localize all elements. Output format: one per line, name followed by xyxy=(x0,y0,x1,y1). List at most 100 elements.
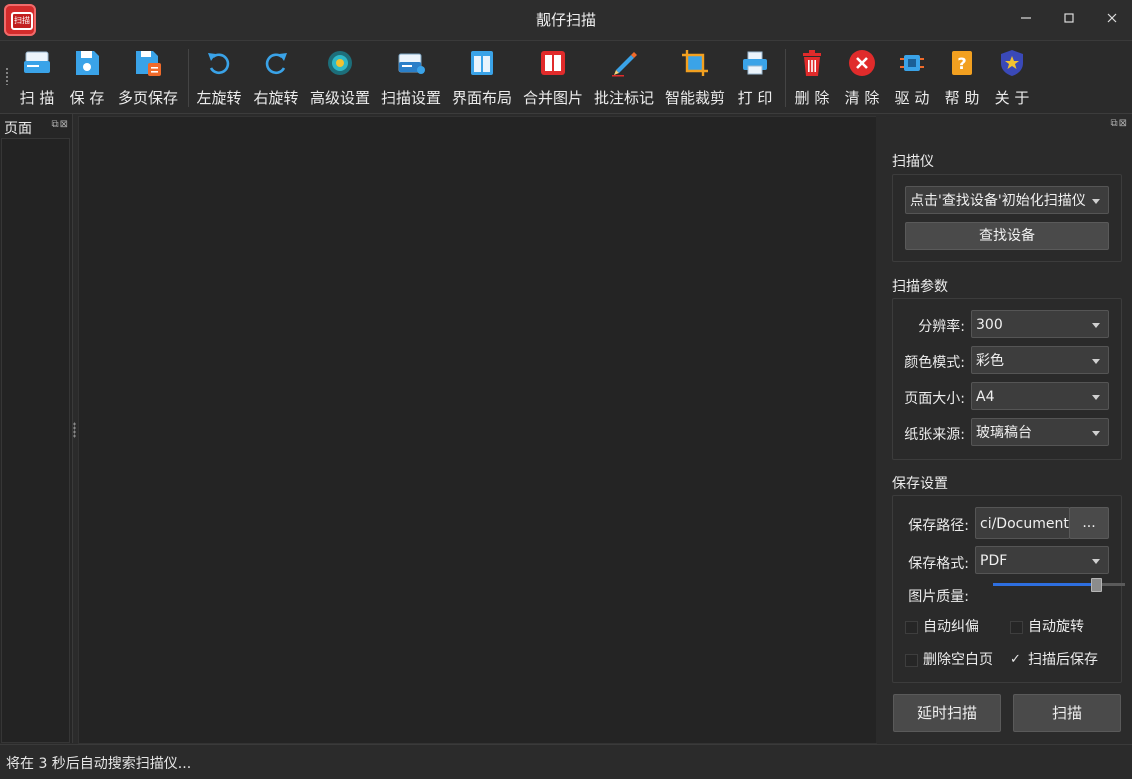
toolbar-label: 智能裁剪 xyxy=(664,89,725,107)
pages-panel-title: 页面 xyxy=(4,121,32,137)
scan-settings-toolbar-button[interactable]: 扫描设置 xyxy=(379,45,443,109)
toolbar-label: 保 存 xyxy=(69,89,105,107)
annotate-pen-icon xyxy=(612,52,637,77)
scanner-group-title: 扫描仪 xyxy=(892,154,934,170)
save-icon xyxy=(76,51,99,75)
status-bar: 将在 3 秒后自动搜索扫描仪... xyxy=(0,744,1132,779)
annotate-toolbar-button[interactable]: 批注标记 xyxy=(592,45,656,109)
paper-source-label: 纸张来源: xyxy=(904,427,965,443)
smart-crop-icon xyxy=(682,50,708,76)
save-format-value: PDF xyxy=(980,553,1008,569)
print-toolbar-button[interactable]: 打 印 xyxy=(734,45,776,109)
scan-params-group: 分辨率: 300 颜色模式: 彩色 页面大小: A4 纸张来源: 玻璃稿台 xyxy=(892,298,1122,460)
trash-icon xyxy=(803,50,821,76)
scanner-icon xyxy=(24,51,50,73)
page-size-label: 页面大小: xyxy=(904,391,965,407)
save-settings-group: 保存路径: ci/Documents ... 保存格式: PDF 图片质量: 自… xyxy=(892,495,1125,683)
toolbar-label: 扫 描 xyxy=(19,89,55,107)
slider-fill xyxy=(993,583,1095,586)
resolution-select[interactable]: 300 xyxy=(971,310,1109,338)
main-toolbar: 扫 描 保 存 多页保存 左旋转 右旋转 高级设置 扫描设置 界面布局 合并图片… xyxy=(0,41,1132,114)
toolbar-grip[interactable] xyxy=(5,67,9,85)
device-select[interactable]: 点击'查找设备'初始化扫描仪 xyxy=(905,186,1109,214)
image-preview-area[interactable] xyxy=(78,116,877,744)
paper-source-value: 玻璃稿台 xyxy=(976,425,1032,441)
help-icon: ? xyxy=(952,51,972,75)
auto-rotate-label: 自动旋转 xyxy=(1028,619,1084,635)
auto-deskew-checkbox[interactable] xyxy=(905,621,918,634)
scan-params-group-title: 扫描参数 xyxy=(892,279,948,295)
chevron-down-icon xyxy=(1092,559,1100,564)
window-title: 靓仔扫描 xyxy=(535,11,596,29)
toolbar-label: 高级设置 xyxy=(309,89,370,107)
scan-toolbar-button[interactable]: 扫 描 xyxy=(14,45,60,109)
save-after-scan-checkbox[interactable]: ✓ xyxy=(1010,652,1021,667)
color-mode-label: 颜色模式: xyxy=(904,355,965,371)
rotate-left-icon xyxy=(208,53,230,75)
save-format-select[interactable]: PDF xyxy=(975,546,1109,574)
merge-images-toolbar-button[interactable]: 合并图片 xyxy=(521,45,585,109)
dock-close-icon[interactable]: ⊠ xyxy=(1119,118,1128,129)
maximize-button[interactable] xyxy=(1059,10,1079,30)
device-select-value: 点击'查找设备'初始化扫描仪 xyxy=(910,193,1086,209)
chevron-down-icon xyxy=(1092,359,1100,364)
minimize-button[interactable] xyxy=(1016,10,1036,30)
rotate-left-toolbar-button[interactable]: 左旋转 xyxy=(194,45,244,109)
page-thumbnail-list[interactable] xyxy=(1,138,70,743)
help-toolbar-button[interactable]: ? 帮 助 xyxy=(941,45,983,109)
save-settings-group-title: 保存设置 xyxy=(892,476,948,492)
save-path-input[interactable]: ci/Documents xyxy=(975,507,1070,539)
delay-scan-button[interactable]: 延时扫描 xyxy=(893,694,1001,732)
settings-panel: ⧉⊠ 扫描仪 点击'查找设备'初始化扫描仪 查找设备 扫描参数 分辨率: 300… xyxy=(876,114,1132,743)
maximize-icon xyxy=(1064,13,1074,23)
multi-page-save-icon xyxy=(136,51,161,76)
rotate-right-toolbar-button[interactable]: 右旋转 xyxy=(251,45,301,109)
remove-blank-checkbox[interactable] xyxy=(905,654,918,667)
left-splitter-handle[interactable] xyxy=(73,422,76,438)
toolbar-label: 右旋转 xyxy=(253,89,299,107)
page-size-value: A4 xyxy=(976,389,995,405)
toolbar-label: 多页保存 xyxy=(117,89,178,107)
dock-close-icon[interactable]: ⊠ xyxy=(60,119,69,130)
toolbar-label: 扫描设置 xyxy=(380,89,441,107)
save-toolbar-button[interactable]: 保 存 xyxy=(64,45,110,109)
color-mode-select[interactable]: 彩色 xyxy=(971,346,1109,374)
dock-float-icon[interactable]: ⧉ xyxy=(1110,118,1118,129)
page-size-select[interactable]: A4 xyxy=(971,382,1109,410)
chevron-down-icon xyxy=(1092,323,1100,328)
driver-toolbar-button[interactable]: 驱 动 xyxy=(891,45,933,109)
minimize-icon xyxy=(1021,17,1031,19)
scanner-group: 点击'查找设备'初始化扫描仪 查找设备 xyxy=(892,174,1122,262)
save-path-value: ci/Documents xyxy=(980,516,1070,532)
smart-crop-toolbar-button[interactable]: 智能裁剪 xyxy=(663,45,727,109)
dock-controls: ⧉⊠ xyxy=(1110,118,1128,129)
about-toolbar-button[interactable]: 关 于 xyxy=(991,45,1033,109)
clear-toolbar-button[interactable]: 清 除 xyxy=(841,45,883,109)
browse-button[interactable]: ... xyxy=(1069,507,1109,539)
scan-button[interactable]: 扫描 xyxy=(1013,694,1121,732)
close-icon xyxy=(1107,13,1117,23)
chevron-down-icon xyxy=(1092,395,1100,400)
image-quality-slider[interactable] xyxy=(893,578,1125,592)
merge-images-icon xyxy=(541,51,565,75)
slider-handle[interactable] xyxy=(1090,578,1102,592)
toolbar-label: 驱 动 xyxy=(894,89,930,107)
layout-toolbar-button[interactable]: 界面布局 xyxy=(450,45,514,109)
auto-rotate-checkbox[interactable] xyxy=(1010,621,1023,634)
find-device-button[interactable]: 查找设备 xyxy=(905,222,1109,250)
close-button[interactable] xyxy=(1102,10,1122,30)
layout-icon xyxy=(471,51,493,75)
save-format-label: 保存格式: xyxy=(908,556,969,572)
title-bar: 扫描 靓仔扫描 xyxy=(0,0,1132,41)
paper-source-select[interactable]: 玻璃稿台 xyxy=(971,418,1109,446)
toolbar-label: 删 除 xyxy=(794,89,830,107)
remove-blank-label: 删除空白页 xyxy=(923,652,993,668)
chevron-down-icon xyxy=(1092,199,1100,204)
advanced-settings-toolbar-button[interactable]: 高级设置 xyxy=(308,45,372,109)
delete-toolbar-button[interactable]: 删 除 xyxy=(791,45,833,109)
check-mark-icon: ✓ xyxy=(1010,652,1021,667)
multi-page-save-toolbar-button[interactable]: 多页保存 xyxy=(116,45,180,109)
toolbar-separator xyxy=(785,49,786,107)
auto-deskew-label: 自动纠偏 xyxy=(923,619,979,635)
dock-float-icon[interactable]: ⧉ xyxy=(51,119,59,130)
